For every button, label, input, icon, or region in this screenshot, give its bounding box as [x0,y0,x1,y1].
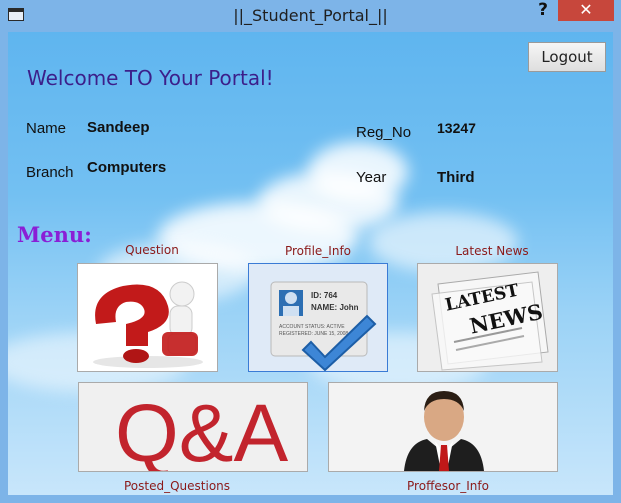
question-mark-icon [93,281,203,368]
status-line: ACCOUNT STATUS: ACTIVE [279,324,345,330]
posted-questions-tile[interactable]: Q&A [78,382,308,472]
branch-value: Computers [87,159,167,176]
registered-line: REGISTERED: JUNE 15, 2008 [279,331,348,337]
qa-icon: Q&A [115,388,288,471]
profile-info-caption: Profile_Info [284,244,352,258]
qa-text: Q&A [115,388,288,471]
professor-info-caption: Proffesor_Info [407,479,489,493]
latest-news-caption: Latest News [455,244,529,258]
app-window: ||_Student_Portal_|| ? ✕ Welcome TO Your… [0,0,621,503]
portal-panel: Welcome TO Your Portal! Logout Name Sand… [8,32,613,495]
posted-questions-caption: Posted_Questions [123,479,231,493]
newspaper-icon: LATEST NEWS [418,264,557,371]
profile-info-tile[interactable]: ID: 764 NAME: John ACCOUNT STATUS: ACTIV… [248,263,388,372]
logout-button[interactable]: Logout [528,42,606,72]
professor-info-tile[interactable] [328,382,558,472]
reg-no-label: Reg_No [356,124,412,141]
window-title: ||_Student_Portal_|| [233,6,388,25]
name-line: NAME: John [311,303,359,312]
professor-icon [404,391,484,471]
name-value: Sandeep [87,119,150,136]
id-line: ID: 764 [311,291,338,300]
reg-no-value: 13247 [437,120,476,136]
year-value: Third [437,169,475,186]
question-caption: Question [125,243,179,257]
id-card-check-icon: ID: 764 NAME: John ACCOUNT STATUS: ACTIV… [270,281,377,371]
menu-heading: Menu: [17,222,92,247]
welcome-heading: Welcome TO Your Portal! [27,66,274,90]
branch-label: Branch [26,164,74,181]
title-bar: ||_Student_Portal_|| ? ✕ [0,0,621,32]
help-button[interactable]: ? [533,0,553,22]
latest-news-tile[interactable]: LATEST NEWS [417,263,558,372]
year-label: Year [356,169,387,186]
name-label: Name [26,120,67,137]
question-tile[interactable] [77,263,218,372]
close-button[interactable]: ✕ [558,0,614,21]
